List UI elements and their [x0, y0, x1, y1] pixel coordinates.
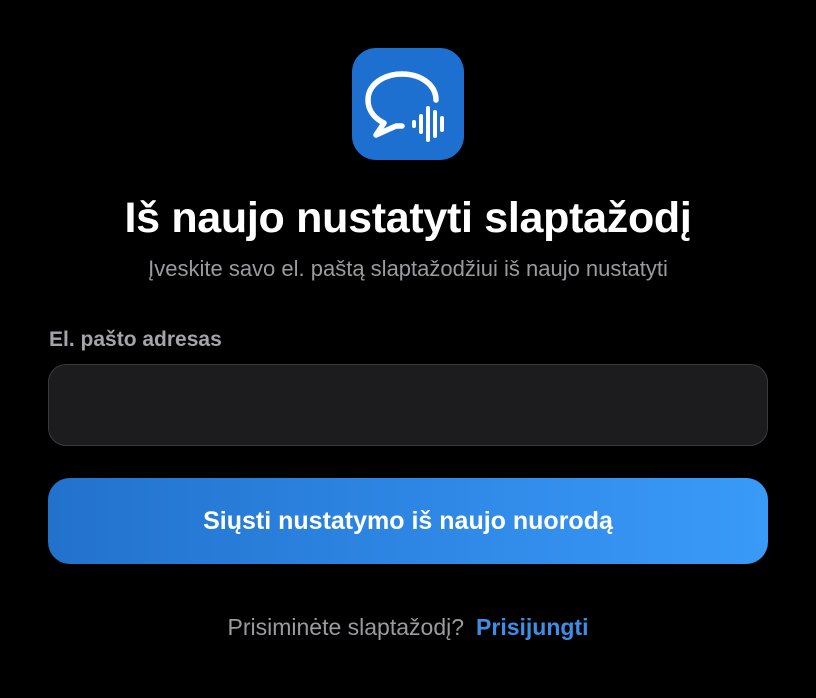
- speech-bubble-waveform-icon: [365, 71, 444, 142]
- login-link[interactable]: Prisijungti: [476, 614, 588, 640]
- login-prompt-question: Prisiminėte slaptažodį?: [227, 614, 465, 640]
- reset-password-page: Iš naujo nustatyti slaptažodį Įveskite s…: [0, 0, 816, 698]
- send-reset-link-button[interactable]: Siųsti nustatymo iš naujo nuorodą: [48, 478, 768, 564]
- email-field[interactable]: [48, 364, 768, 446]
- page-title: Iš naujo nustatyti slaptažodį: [124, 194, 692, 242]
- login-prompt: Prisiminėte slaptažodį? Prisijungti: [0, 612, 816, 642]
- app-logo: [352, 48, 464, 160]
- email-field-label: El. pašto adresas: [49, 328, 222, 351]
- page-subtitle: Įveskite savo el. paštą slaptažodžiui iš…: [148, 256, 668, 281]
